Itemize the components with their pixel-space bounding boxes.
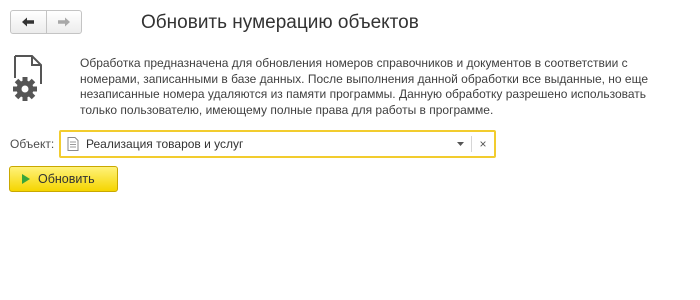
object-field-label: Объект: — [10, 137, 55, 151]
arrow-right-icon — [57, 17, 70, 27]
back-button[interactable] — [11, 11, 46, 33]
document-icon — [67, 137, 79, 151]
object-field[interactable]: Реализация товаров и услуг × — [59, 130, 496, 158]
clear-button[interactable]: × — [472, 132, 494, 156]
document-gear-icon — [13, 55, 42, 101]
description-text: Обработка предназначена для обновления н… — [80, 56, 649, 117]
page: Обновить нумерацию объектов Обработка пр… — [0, 0, 700, 300]
chevron-down-icon — [456, 142, 464, 146]
close-icon: × — [479, 137, 487, 151]
navigation-buttons — [10, 10, 82, 34]
object-field-value[interactable]: Реализация товаров и услуг — [86, 137, 449, 151]
forward-button[interactable] — [45, 11, 82, 33]
update-button-label: Обновить — [38, 172, 95, 186]
page-title: Обновить нумерацию объектов — [141, 12, 419, 33]
update-button[interactable]: Обновить — [9, 166, 118, 192]
play-icon — [22, 174, 30, 184]
dropdown-button[interactable] — [449, 132, 471, 156]
arrow-left-icon — [22, 17, 35, 27]
